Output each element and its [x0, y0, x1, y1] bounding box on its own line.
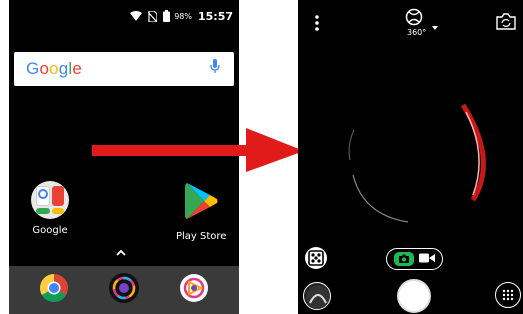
wifi-icon — [130, 11, 143, 21]
vr-layout-icon[interactable] — [304, 246, 328, 270]
more-vert-icon[interactable] — [315, 15, 319, 36]
mode-label: 360° — [407, 28, 427, 37]
dock — [9, 266, 239, 314]
photo-video-toggle[interactable] — [386, 248, 443, 270]
battery-icon — [163, 10, 171, 22]
status-bar: 98% 15:57 — [9, 0, 239, 32]
google-folder-icon — [31, 181, 69, 219]
switch-camera-icon[interactable] — [496, 13, 516, 35]
shutter-button[interactable] — [397, 279, 431, 313]
play-store-icon — [184, 182, 218, 225]
google-g-logo: Google — [26, 59, 83, 78]
gallery-thumbnail[interactable] — [303, 282, 331, 310]
transition-arrow — [92, 128, 304, 172]
chevron-up-icon[interactable] — [116, 247, 126, 259]
app-label-google: Google — [32, 225, 68, 236]
apps-grid-icon[interactable] — [495, 282, 521, 308]
app-google-folder[interactable]: Google — [31, 181, 69, 236]
battery-percent: 98% — [174, 11, 192, 21]
app-label-play-store: Play Store — [176, 231, 227, 242]
photo-mode-icon[interactable] — [393, 252, 414, 266]
mode-dropdown-icon[interactable] — [432, 17, 438, 35]
photos-app-icon[interactable] — [179, 273, 209, 308]
clock: 15:57 — [197, 9, 233, 23]
camera-app-icon[interactable] — [108, 272, 140, 309]
camera-viewfinder — [348, 103, 486, 223]
mic-icon[interactable] — [210, 59, 220, 79]
video-mode-icon[interactable] — [419, 250, 436, 268]
no-sim-icon — [148, 10, 158, 22]
camera-screen: 360° — [298, 0, 523, 314]
app-play-store[interactable]: Play Store — [176, 182, 226, 242]
chrome-icon[interactable] — [39, 273, 69, 308]
google-search-bar[interactable]: Google — [14, 52, 234, 86]
